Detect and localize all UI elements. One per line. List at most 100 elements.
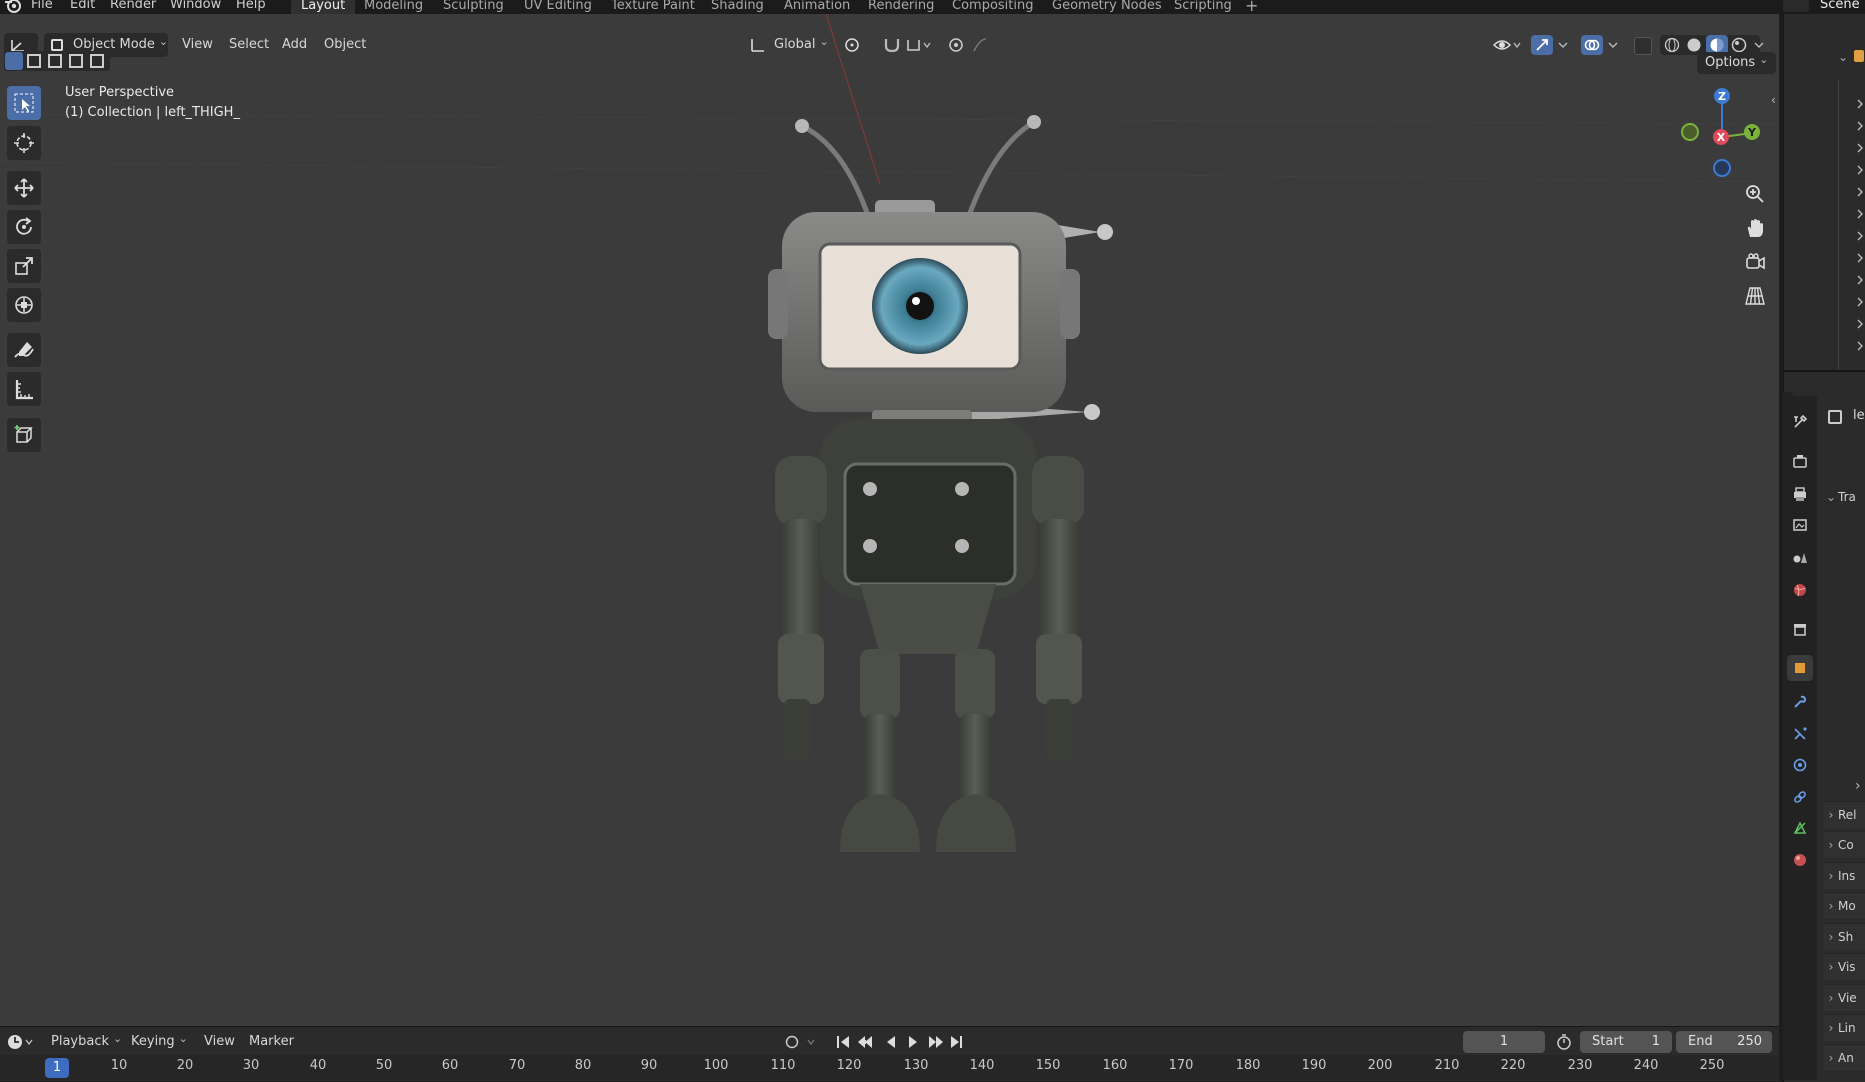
frame-end-field[interactable]: End 250	[1676, 1031, 1772, 1053]
current-frame-field[interactable]: 1	[1463, 1031, 1545, 1053]
select-invert-icon[interactable]	[69, 54, 83, 68]
blender-logo-icon[interactable]	[4, 0, 22, 14]
section-motion-paths[interactable]: › Mo	[1824, 892, 1865, 919]
menu-help[interactable]: Help	[236, 0, 266, 12]
tab-sculpting[interactable]: Sculpting	[433, 0, 514, 14]
tab-compositing[interactable]: Compositing	[942, 0, 1044, 14]
physics-properties-tab[interactable]	[1788, 753, 1812, 777]
tab-layout[interactable]: Layout	[291, 0, 356, 14]
section-transform[interactable]: ⌄ Tra	[1824, 484, 1865, 510]
tool-properties-tab[interactable]	[1788, 410, 1812, 434]
section-collections[interactable]: › Co	[1824, 831, 1865, 858]
tab-shading[interactable]: Shading	[701, 0, 774, 14]
snap-increment-icon[interactable]	[905, 36, 931, 54]
options-dropdown[interactable]: Options	[1697, 52, 1777, 74]
particles-properties-tab[interactable]	[1788, 722, 1812, 746]
marker-menu[interactable]: Marker	[249, 1032, 294, 1052]
tool-annotate[interactable]	[7, 333, 41, 367]
tool-transform[interactable]	[7, 288, 41, 322]
output-properties-tab[interactable]	[1788, 482, 1812, 506]
section-visibility[interactable]: › Vis	[1824, 953, 1865, 980]
select-extend-icon[interactable]	[27, 54, 41, 68]
frame-start-field[interactable]: Start 1	[1580, 1031, 1672, 1053]
current-frame-indicator[interactable]: 1	[45, 1058, 69, 1078]
menu-render[interactable]: Render	[110, 0, 156, 12]
menu-file[interactable]: File	[31, 0, 53, 12]
section-animation[interactable]: › An	[1824, 1044, 1865, 1071]
pan-button[interactable]	[1740, 213, 1770, 243]
tool-scale[interactable]	[7, 249, 41, 283]
pivot-point-icon[interactable]	[843, 36, 863, 54]
navigation-gizmo[interactable]: Z X Y	[1670, 82, 1770, 182]
overlays-dropdown-icon[interactable]	[1606, 36, 1620, 54]
robot-model-mesh[interactable]	[740, 94, 1120, 854]
object-data-browse-icon[interactable]	[1826, 450, 1854, 470]
section-shading[interactable]: › Sh	[1824, 923, 1865, 950]
menu-view[interactable]: View	[182, 34, 213, 56]
auto-keying-icon[interactable]	[783, 1033, 821, 1051]
add-workspace-button[interactable]: +	[1245, 0, 1258, 14]
menu-object[interactable]: Object	[324, 34, 366, 56]
modifier-properties-tab[interactable]	[1788, 690, 1812, 714]
playback-menu[interactable]: Playback	[51, 1032, 122, 1052]
tool-cursor[interactable]	[7, 126, 41, 160]
outliner-expand-arrows-icon[interactable]	[1855, 96, 1865, 360]
select-intersect-icon[interactable]	[90, 54, 104, 68]
menu-edit[interactable]: Edit	[70, 0, 95, 12]
playback-controls[interactable]	[833, 1032, 967, 1052]
proportional-edit-icon[interactable]	[948, 37, 966, 53]
gizmo-dropdown-icon[interactable]	[1556, 36, 1570, 54]
keying-menu[interactable]: Keying	[131, 1032, 188, 1052]
menu-window[interactable]: Window	[170, 0, 221, 12]
collection-expand-icon[interactable]: ⌄	[1838, 50, 1848, 64]
tab-texture-paint[interactable]: Texture Paint	[601, 0, 705, 14]
tool-measure[interactable]	[7, 372, 41, 406]
scene-properties-tab[interactable]	[1788, 545, 1812, 569]
render-properties-tab[interactable]	[1788, 449, 1812, 473]
tab-uv-editing[interactable]: UV Editing	[514, 0, 602, 14]
rendered-shading-icon[interactable]	[1731, 37, 1747, 53]
select-new-icon[interactable]	[5, 52, 23, 70]
tab-geometry-nodes[interactable]: Geometry Nodes	[1042, 0, 1172, 14]
outliner-editor-type-icon[interactable]	[1786, 20, 1820, 44]
tool-rotate[interactable]	[7, 210, 41, 244]
timeline-view-menu[interactable]: View	[204, 1032, 235, 1052]
wireframe-shading-icon[interactable]	[1664, 37, 1680, 53]
menu-select[interactable]: Select	[229, 34, 269, 56]
preview-range-stopwatch-icon[interactable]	[1555, 1033, 1573, 1051]
section-relations[interactable]: › Rel	[1824, 801, 1865, 828]
section-viewport-display[interactable]: › Vie	[1824, 984, 1865, 1011]
3d-viewport[interactable]	[0, 14, 1779, 1026]
visibility-selectability-icon[interactable]	[1492, 36, 1522, 54]
view-layer-properties-tab[interactable]	[1788, 513, 1812, 537]
sidebar-toggle-icon[interactable]: ‹	[1771, 93, 1776, 107]
tool-add-cube[interactable]	[7, 418, 41, 452]
constraints-properties-tab[interactable]	[1788, 785, 1812, 809]
collection-properties-tab[interactable]	[1788, 617, 1812, 641]
tool-move[interactable]	[7, 171, 41, 205]
clock-editor-type-icon[interactable]	[6, 1033, 36, 1051]
tool-select-box[interactable]	[7, 86, 41, 120]
tab-scripting[interactable]: Scripting	[1164, 0, 1242, 14]
zoom-button[interactable]	[1740, 179, 1770, 209]
menu-add[interactable]: Add	[282, 34, 307, 56]
panel-scroll-arrow-icon[interactable]: ›	[1855, 778, 1861, 794]
outliner-display-mode-icon[interactable]	[1830, 20, 1864, 44]
tab-rendering[interactable]: Rendering	[858, 0, 944, 14]
xray-toggle-icon[interactable]	[1634, 37, 1652, 55]
material-properties-tab[interactable]	[1788, 848, 1812, 872]
ortho-toggle-button[interactable]	[1740, 281, 1770, 311]
scene-name[interactable]: Scene	[1820, 0, 1860, 12]
object-name-field[interactable]: le	[1853, 408, 1865, 423]
section-line-art[interactable]: › Lin	[1824, 1014, 1865, 1041]
object-properties-tab[interactable]	[1788, 656, 1812, 680]
tab-animation[interactable]: Animation	[774, 0, 860, 14]
properties-editor-type-icon[interactable]	[1792, 376, 1826, 396]
solid-shading-icon[interactable]	[1686, 37, 1702, 53]
select-subtract-icon[interactable]	[48, 54, 62, 68]
scene-selector-icon[interactable]	[1783, 0, 1809, 12]
snap-magnet-icon[interactable]	[882, 36, 902, 54]
proportional-falloff-icon[interactable]	[972, 37, 996, 53]
world-properties-tab[interactable]	[1788, 578, 1812, 602]
tab-modeling[interactable]: Modeling	[354, 0, 433, 14]
